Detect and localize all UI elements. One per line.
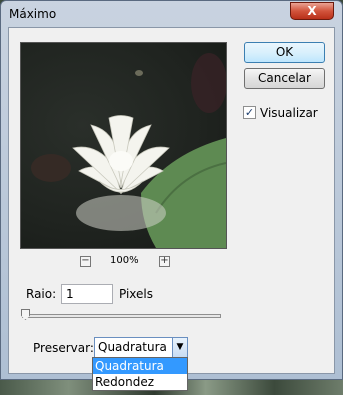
water-lily-image (31, 53, 226, 248)
preservar-selected-value: Quadratura (98, 340, 167, 354)
chevron-down-icon[interactable]: ▼ (172, 338, 187, 357)
preservar-dropdown-list: Quadratura Redondez (92, 357, 188, 391)
dialog-body: OK Cancelar ✓ Visualizar − 100% + Raio: … (8, 27, 335, 374)
preservar-select[interactable]: Quadratura ▼ (94, 337, 188, 358)
plus-icon: + (160, 255, 169, 266)
title-bar[interactable]: Máximo X (1, 1, 342, 27)
cancel-button[interactable]: Cancelar (244, 68, 325, 89)
zoom-level: 100% (110, 255, 139, 266)
visualizar-label[interactable]: Visualizar (260, 106, 318, 120)
zoom-in-button[interactable]: + (159, 256, 170, 267)
close-icon: X (307, 4, 317, 18)
preview-image[interactable] (20, 42, 227, 249)
close-button[interactable]: X (290, 2, 334, 20)
dialog-title: Máximo (9, 7, 57, 21)
zoom-out-button[interactable]: − (80, 256, 91, 267)
raio-slider-thumb[interactable] (21, 309, 30, 320)
checkmark-icon: ✓ (244, 106, 255, 119)
minus-icon: − (81, 255, 90, 266)
preservar-label: Preservar: (33, 341, 94, 355)
ok-button[interactable]: OK (244, 42, 325, 63)
dropdown-option-quadratura[interactable]: Quadratura (93, 358, 187, 374)
raio-label: Raio: (26, 287, 57, 301)
visualizar-checkbox[interactable]: ✓ (243, 106, 256, 119)
raio-unit: Pixels (119, 287, 154, 301)
raio-slider-track[interactable] (22, 314, 221, 318)
dialog-window: Máximo X OK Cancelar ✓ Visualizar − 100%… (0, 0, 343, 380)
raio-input[interactable]: 1 (61, 284, 113, 304)
dropdown-option-redondez[interactable]: Redondez (93, 374, 187, 390)
